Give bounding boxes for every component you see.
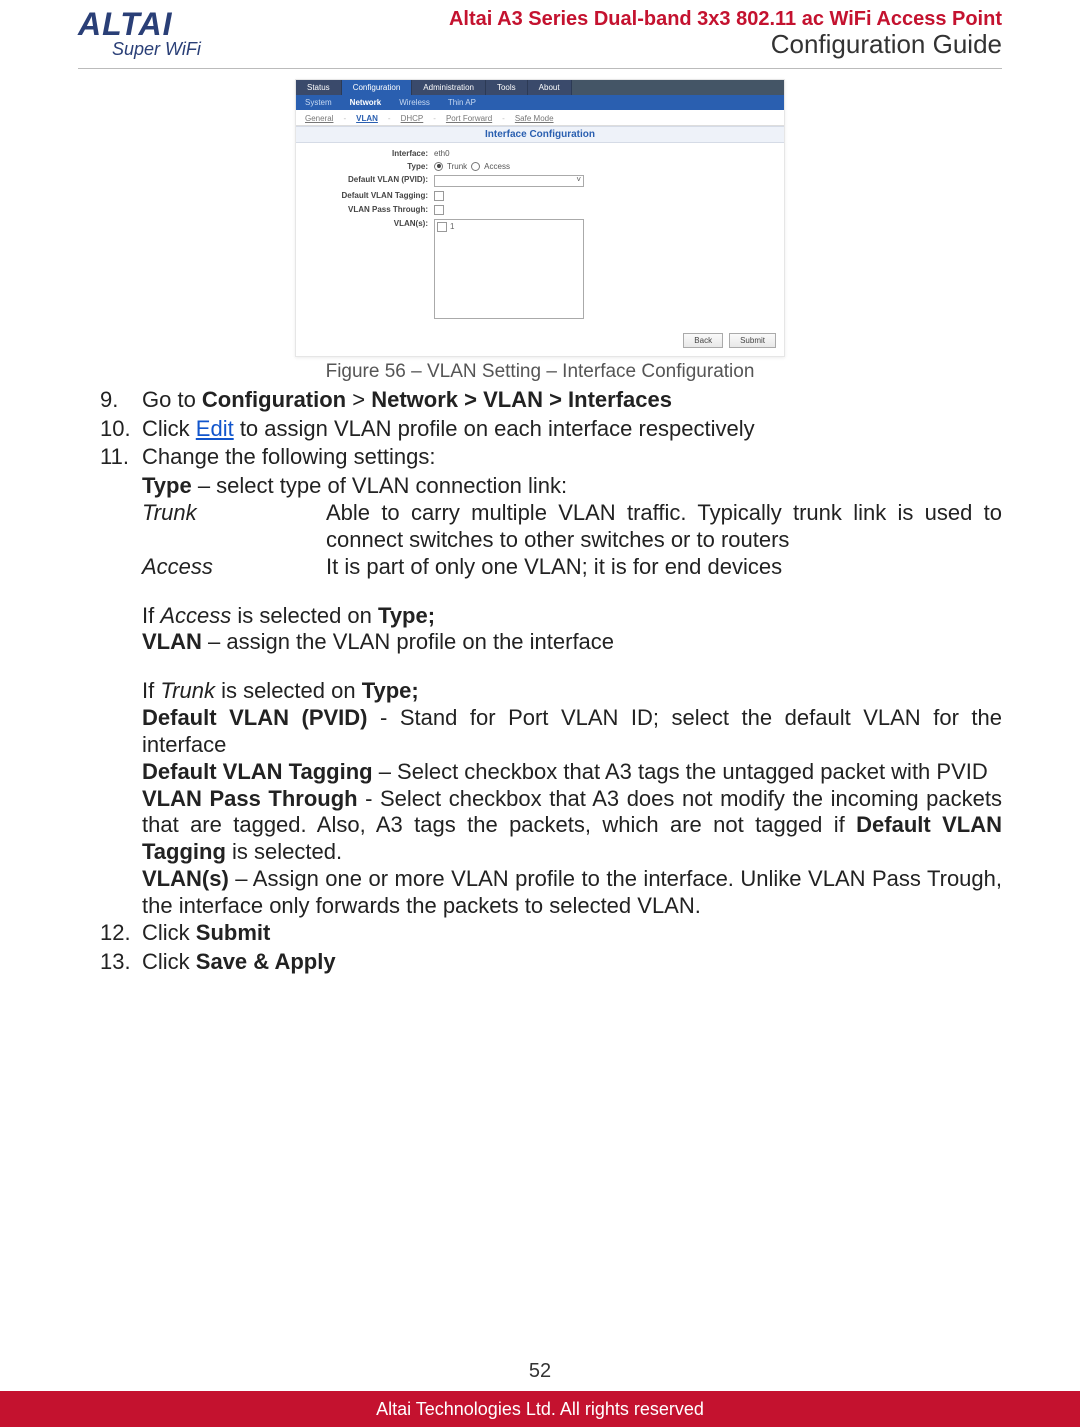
step-9-text-c: >	[346, 387, 371, 412]
link-dhcp[interactable]: DHCP	[398, 114, 427, 123]
subtab-system[interactable]: System	[296, 95, 341, 110]
if-access-d: Type;	[378, 603, 435, 628]
edit-link[interactable]: Edit	[196, 416, 234, 441]
form-buttons: Back Submit	[296, 327, 784, 356]
submit-button[interactable]: Submit	[729, 333, 776, 348]
doc-title-subtitle: Configuration Guide	[449, 30, 1002, 59]
if-access-c: is selected on	[231, 603, 378, 628]
def-desc-access: It is part of only one VLAN; it is for e…	[326, 554, 1002, 581]
if-trunk-b: Trunk	[160, 678, 215, 703]
tab-tools[interactable]: Tools	[486, 80, 528, 95]
logo-sub-text: Super WiFi	[112, 40, 201, 60]
subtab-network[interactable]: Network	[341, 95, 391, 110]
tagging-desc: – Select checkbox that A3 tags the untag…	[373, 759, 988, 784]
doc-title-block: Altai A3 Series Dual-band 3x3 802.11 ac …	[449, 8, 1002, 59]
link-vlan[interactable]: VLAN	[353, 114, 381, 123]
tab-status[interactable]: Status	[296, 80, 342, 95]
step-number: 12.	[78, 920, 142, 947]
section-title: Interface Configuration	[296, 126, 784, 143]
select-pvid[interactable]	[434, 175, 584, 187]
step-number: 11.	[78, 444, 142, 471]
label-tagging: Default VLAN Tagging:	[306, 191, 434, 200]
if-trunk-a: If	[142, 678, 160, 703]
vlans-desc: – Assign one or more VLAN profile to the…	[142, 866, 1002, 918]
nav-sep: -	[430, 114, 439, 123]
label-passthrough: VLAN Pass Through:	[306, 205, 434, 214]
pvid-label: Default VLAN (PVID)	[142, 705, 368, 730]
step-10-text-a: Click	[142, 416, 196, 441]
step-12-text: Click	[142, 920, 196, 945]
step-11-text: Change the following settings:	[142, 444, 1002, 471]
vlan-desc: – assign the VLAN profile on the interfa…	[202, 629, 614, 654]
checkbox-vlan-1[interactable]	[437, 222, 447, 232]
tab-configuration[interactable]: Configuration	[342, 80, 413, 95]
type-label: Type	[142, 473, 192, 498]
label-vlans: VLAN(s):	[306, 219, 434, 228]
def-desc-trunk: Able to carry multiple VLAN traffic. Typ…	[326, 500, 1002, 554]
def-term-access: Access	[142, 554, 326, 581]
step-9-bold-b: Configuration	[202, 387, 346, 412]
tab-administration[interactable]: Administration	[412, 80, 486, 95]
vlans-label: VLAN(s)	[142, 866, 229, 891]
sub-tabs: System Network Wireless Thin AP	[296, 95, 784, 110]
nav-sep: -	[340, 114, 349, 123]
if-access-b: Access	[160, 603, 231, 628]
tab-about[interactable]: About	[528, 80, 572, 95]
main-tabs: Status Configuration Administration Tool…	[296, 80, 784, 95]
tagging-label: Default VLAN Tagging	[142, 759, 373, 784]
nav-sep: -	[499, 114, 508, 123]
vlan-item-label: 1	[450, 222, 454, 231]
link-portforward[interactable]: Port Forward	[443, 114, 495, 123]
nav-sep: -	[385, 114, 394, 123]
checkbox-tagging[interactable]	[434, 191, 444, 201]
listbox-vlans[interactable]: 1	[434, 219, 584, 319]
step-number: 9.	[78, 387, 142, 414]
link-general[interactable]: General	[302, 114, 336, 123]
interface-form: Interface: eth0 Type: Trunk Access Defau…	[296, 143, 784, 327]
link-safemode[interactable]: Safe Mode	[512, 114, 557, 123]
footer-copyright: Altai Technologies Ltd. All rights reser…	[0, 1391, 1080, 1427]
radio-trunk-label: Trunk	[447, 162, 467, 171]
page-number: 52	[0, 1360, 1080, 1383]
back-button[interactable]: Back	[683, 333, 723, 348]
step-12-bold: Submit	[196, 920, 271, 945]
brand-logo: ALTAI Super WiFi	[78, 8, 201, 60]
label-interface: Interface:	[306, 149, 434, 158]
step-13-text: Click	[142, 949, 196, 974]
checkbox-passthrough[interactable]	[434, 205, 444, 215]
def-term-trunk: Trunk	[142, 500, 326, 554]
step-9-text-a: Go to	[142, 387, 202, 412]
step-10-text-b: to assign VLAN profile on each interface…	[234, 416, 755, 441]
subtab-wireless[interactable]: Wireless	[390, 95, 439, 110]
header-divider	[78, 68, 1002, 69]
if-access-a: If	[142, 603, 160, 628]
document-body: 9. Go to Configuration > Network > VLAN …	[78, 387, 1002, 976]
step-13-bold: Save & Apply	[196, 949, 336, 974]
if-trunk-c: is selected on	[215, 678, 362, 703]
value-interface: eth0	[434, 149, 450, 158]
label-pvid: Default VLAN (PVID):	[306, 175, 434, 184]
page-header: ALTAI Super WiFi Altai A3 Series Dual-ba…	[78, 8, 1002, 66]
step-9-bold-d: Network > VLAN > Interfaces	[371, 387, 672, 412]
network-subnav: General - VLAN - DHCP - Port Forward - S…	[296, 110, 784, 126]
logo-main-text: ALTAI	[78, 8, 172, 40]
embedded-ui-screenshot: Status Configuration Administration Tool…	[295, 79, 785, 357]
passthrough-desc-b: is selected.	[226, 839, 342, 864]
figure-caption: Figure 56 – VLAN Setting – Interface Con…	[78, 361, 1002, 383]
radio-access[interactable]	[471, 162, 480, 171]
if-trunk-d: Type;	[362, 678, 419, 703]
type-desc: – select type of VLAN connection link:	[192, 473, 567, 498]
passthrough-label: VLAN Pass Through	[142, 786, 358, 811]
step-number: 13.	[78, 949, 142, 976]
radio-trunk[interactable]	[434, 162, 443, 171]
radio-access-label: Access	[484, 162, 510, 171]
doc-title-product: Altai A3 Series Dual-band 3x3 802.11 ac …	[449, 8, 1002, 30]
subtab-thinap[interactable]: Thin AP	[439, 95, 485, 110]
label-type: Type:	[306, 162, 434, 171]
vlan-label: VLAN	[142, 629, 202, 654]
step-number: 10.	[78, 416, 142, 443]
